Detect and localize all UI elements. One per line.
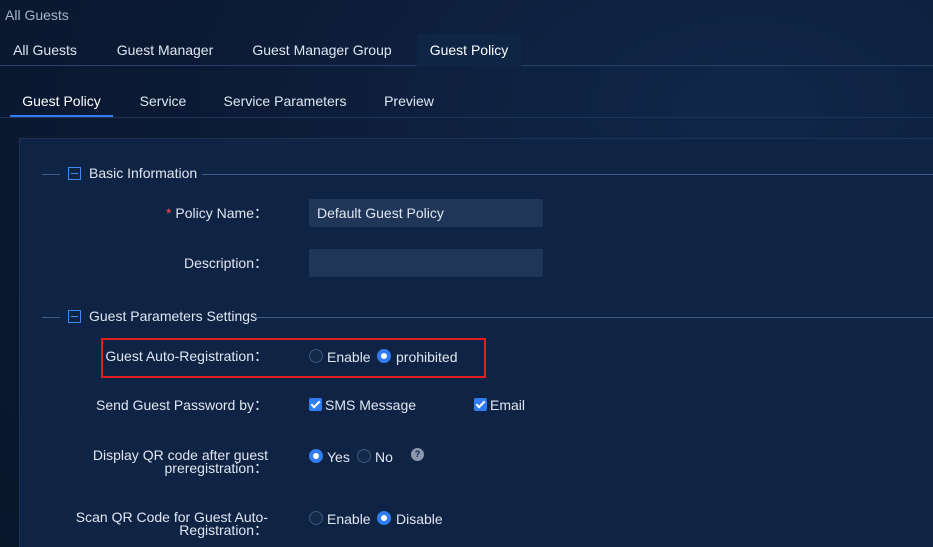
tab-all-guests[interactable]: All Guests	[0, 34, 90, 66]
display-qr-label-line2: preregistration：	[164, 460, 269, 476]
sms-message-label[interactable]: SMS Message	[325, 397, 416, 413]
subtab-guest-policy[interactable]: Guest Policy	[10, 86, 113, 117]
description-input[interactable]	[309, 249, 543, 277]
breadcrumb: All Guests	[5, 7, 69, 23]
scan-qr-label: Scan QR Code for Guest Auto- Registratio…	[76, 510, 268, 538]
highlight-box	[101, 338, 486, 378]
subtab-service[interactable]: Service	[128, 86, 198, 117]
send-password-label: Send Guest Password by：	[96, 397, 268, 413]
tab-guest-manager[interactable]: Guest Manager	[104, 34, 226, 66]
display-qr-yes-label[interactable]: Yes	[327, 449, 350, 465]
scan-qr-disable-label[interactable]: Disable	[396, 511, 443, 527]
section-title: Basic Information	[89, 165, 198, 181]
section-title: Guest Parameters Settings	[89, 308, 258, 324]
scan-qr-enable-label[interactable]: Enable	[327, 511, 371, 527]
section-guest-parameters: Guest Parameters Settings	[20, 307, 933, 327]
subtab-preview[interactable]: Preview	[372, 86, 446, 117]
subtab-service-parameters[interactable]: Service Parameters	[214, 86, 356, 117]
display-qr-no-radio[interactable]	[357, 449, 371, 463]
collapse-icon[interactable]	[68, 167, 81, 180]
display-qr-label: Display QR code after guest preregistrat…	[93, 448, 269, 476]
email-checkbox[interactable]	[474, 398, 487, 411]
scan-qr-enable-radio[interactable]	[309, 511, 323, 525]
policy-name-input[interactable]: Default Guest Policy	[309, 199, 543, 227]
display-qr-no-label[interactable]: No	[375, 449, 393, 465]
help-icon[interactable]: ?	[411, 448, 424, 461]
scan-qr-label-line2: Registration：	[179, 522, 268, 538]
email-label[interactable]: Email	[490, 397, 525, 413]
display-qr-yes-radio[interactable]	[309, 449, 323, 463]
sms-message-checkbox[interactable]	[309, 398, 322, 411]
tab-guest-policy[interactable]: Guest Policy	[417, 34, 521, 66]
top-tab-bar: All Guests Guest Manager Guest Manager G…	[0, 34, 933, 66]
sub-tab-bar: Guest Policy Service Service Parameters …	[0, 86, 933, 118]
policy-name-label: * Policy Name：	[165, 205, 268, 221]
tab-guest-manager-group[interactable]: Guest Manager Group	[240, 34, 404, 66]
description-label: Description：	[183, 255, 268, 271]
collapse-icon[interactable]	[68, 310, 81, 323]
required-mark: *	[165, 205, 172, 221]
section-basic-information: Basic Information	[20, 164, 933, 184]
scan-qr-disable-radio[interactable]	[377, 511, 391, 525]
policy-name-label-text: Policy Name：	[175, 205, 268, 221]
